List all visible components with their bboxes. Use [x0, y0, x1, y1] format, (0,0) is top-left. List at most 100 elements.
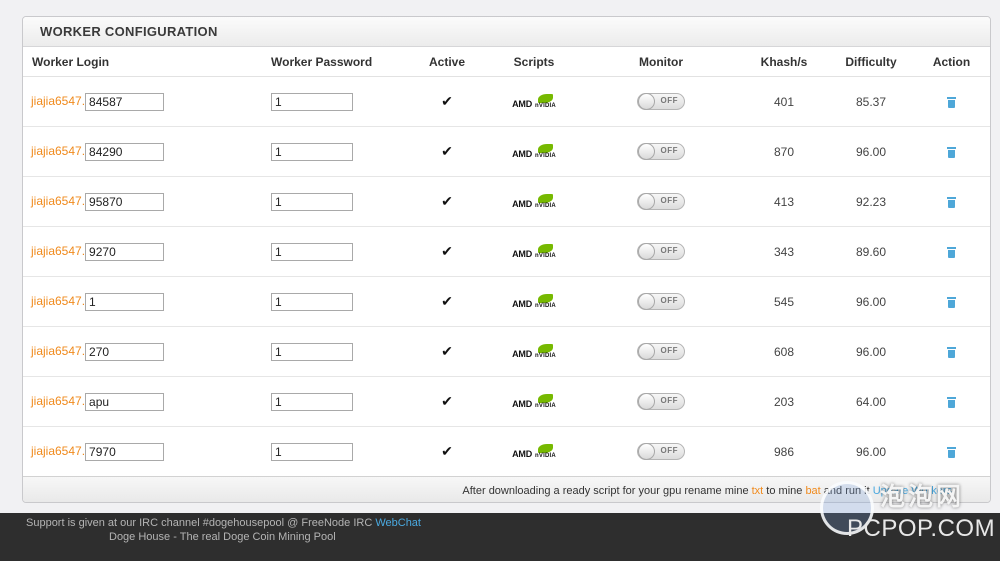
monitor-toggle[interactable]: OFF: [637, 343, 685, 360]
toggle-knob: [638, 193, 655, 210]
worker-password-input[interactable]: [271, 392, 353, 411]
worker-password-cell: [271, 276, 411, 327]
trash-icon[interactable]: [947, 246, 956, 258]
monitor-state: OFF: [660, 346, 678, 355]
difficulty-cell: 96.00: [831, 126, 911, 177]
login-prefix: jiajia6547.: [31, 393, 86, 408]
worker-name-input[interactable]: [85, 342, 165, 361]
webchat-link[interactable]: WebChat: [375, 517, 421, 529]
worker-name-input[interactable]: [85, 92, 165, 111]
footer-note-bat-ext: bat: [805, 485, 821, 497]
worker-name-input[interactable]: [85, 242, 165, 261]
nvidia-label: nVIDIA: [535, 153, 556, 160]
table-row: jiajia6547. ✔ AMDnVIDIA OFF 60896.00: [23, 326, 990, 377]
amd-script-link[interactable]: AMD: [512, 399, 532, 409]
khash-cell: 343: [737, 226, 831, 277]
amd-script-link[interactable]: AMD: [512, 199, 532, 209]
monitor-toggle[interactable]: OFF: [637, 143, 685, 160]
login-prefix: jiajia6547.: [31, 193, 86, 208]
login-prefix: jiajia6547.: [31, 343, 86, 358]
nvidia-script-link[interactable]: nVIDIA: [535, 94, 556, 109]
worker-login-cell: jiajia6547.: [23, 426, 271, 477]
worker-login-cell: jiajia6547.: [23, 226, 271, 277]
script-downloads: AMD nVIDIA: [512, 394, 556, 409]
trash-icon[interactable]: [947, 196, 956, 208]
worker-name-input[interactable]: [85, 442, 165, 461]
nvidia-logo-icon: [537, 94, 553, 104]
worker-name-input[interactable]: [85, 142, 165, 161]
worker-password-cell: [271, 176, 411, 227]
worker-password-input[interactable]: [271, 342, 353, 361]
trash-icon[interactable]: [947, 96, 956, 108]
monitor-toggle[interactable]: OFF: [637, 193, 685, 210]
nvidia-label: nVIDIA: [535, 103, 556, 110]
script-downloads: AMD nVIDIA: [512, 344, 556, 359]
checkmark-icon: ✔: [441, 293, 453, 309]
worker-password-input[interactable]: [271, 92, 353, 111]
worker-login-cell: jiajia6547.: [23, 176, 271, 227]
worker-password-cell: [271, 226, 411, 277]
amd-script-link[interactable]: AMD: [512, 449, 532, 459]
checkmark-icon: ✔: [441, 443, 453, 459]
trash-icon[interactable]: [947, 296, 956, 308]
nvidia-script-link[interactable]: nVIDIA: [535, 344, 556, 359]
active-cell: ✔: [411, 226, 483, 277]
trash-icon[interactable]: [947, 146, 956, 158]
khash-cell: 413: [737, 176, 831, 227]
amd-script-link[interactable]: AMD: [512, 99, 532, 109]
monitor-toggle[interactable]: OFF: [637, 293, 685, 310]
monitor-toggle[interactable]: OFF: [637, 243, 685, 260]
monitor-toggle[interactable]: OFF: [637, 93, 685, 110]
trash-icon[interactable]: [947, 446, 956, 458]
monitor-toggle[interactable]: OFF: [637, 443, 685, 460]
toggle-knob: [638, 93, 655, 110]
checkmark-icon: ✔: [441, 143, 453, 159]
checkmark-icon: ✔: [441, 93, 453, 109]
nvidia-label: nVIDIA: [535, 303, 556, 310]
nvidia-logo-icon: [537, 194, 553, 204]
nvidia-script-link[interactable]: nVIDIA: [535, 194, 556, 209]
worker-name-input[interactable]: [85, 192, 165, 211]
worker-password-cell: [271, 326, 411, 377]
action-cell: [911, 76, 990, 127]
toggle-knob: [638, 243, 655, 260]
khash-cell: 545: [737, 276, 831, 327]
nvidia-script-link[interactable]: nVIDIA: [535, 394, 556, 409]
amd-script-link[interactable]: AMD: [512, 349, 532, 359]
monitor-state: OFF: [660, 196, 678, 205]
worker-password-input[interactable]: [271, 192, 353, 211]
action-cell: [911, 226, 990, 277]
worker-name-input[interactable]: [85, 292, 165, 311]
panel-title: WORKER CONFIGURATION: [23, 17, 990, 47]
difficulty-cell: 96.00: [831, 276, 911, 327]
worker-password-input[interactable]: [271, 292, 353, 311]
trash-icon[interactable]: [947, 396, 956, 408]
monitor-toggle[interactable]: OFF: [637, 393, 685, 410]
active-cell: ✔: [411, 176, 483, 227]
worker-name-input[interactable]: [85, 392, 165, 411]
amd-script-link[interactable]: AMD: [512, 249, 532, 259]
worker-password-input[interactable]: [271, 442, 353, 461]
trash-icon[interactable]: [947, 346, 956, 358]
toggle-knob: [638, 293, 655, 310]
amd-script-link[interactable]: AMD: [512, 149, 532, 159]
scripts-cell: AMD nVIDIA: [483, 226, 585, 277]
monitor-cell: OFF: [585, 176, 737, 227]
script-downloads: AMD nVIDIA: [512, 194, 556, 209]
monitor-cell: OFF: [585, 426, 737, 477]
worker-login-cell: jiajia6547.: [23, 376, 271, 427]
monitor-state: OFF: [660, 446, 678, 455]
monitor-cell: OFF: [585, 376, 737, 427]
action-cell: [911, 126, 990, 177]
nvidia-script-link[interactable]: nVIDIA: [535, 444, 556, 459]
login-prefix: jiajia6547.: [31, 443, 86, 458]
worker-password-input[interactable]: [271, 142, 353, 161]
nvidia-script-link[interactable]: nVIDIA: [535, 244, 556, 259]
nvidia-script-link[interactable]: nVIDIA: [535, 294, 556, 309]
watermark-cn: 泡泡网: [880, 483, 965, 511]
worker-password-input[interactable]: [271, 242, 353, 261]
table-header-row: Worker Login Worker Password Active Scri…: [23, 47, 990, 77]
nvidia-script-link[interactable]: nVIDIA: [535, 144, 556, 159]
amd-script-link[interactable]: AMD: [512, 299, 532, 309]
active-cell: ✔: [411, 76, 483, 127]
